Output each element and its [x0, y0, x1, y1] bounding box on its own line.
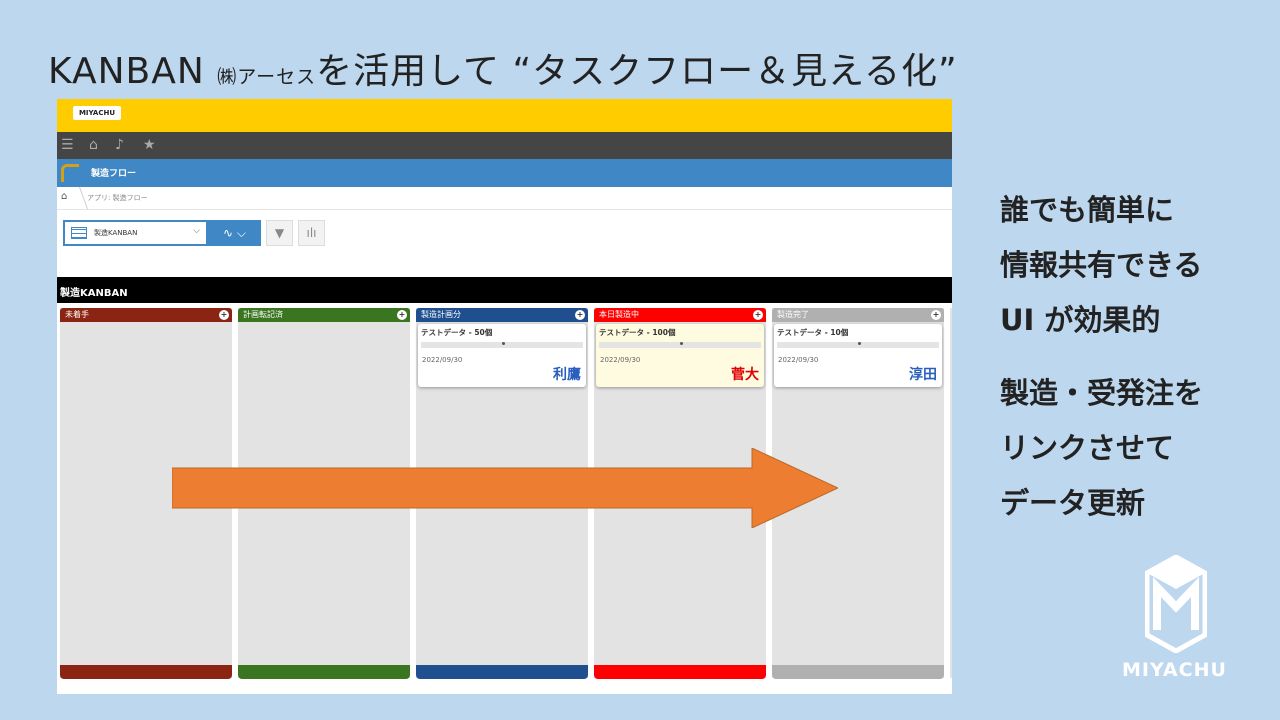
card-date: 2022/09/30	[600, 356, 641, 364]
card-expand-strip[interactable]	[421, 342, 583, 348]
side-point-2: 情報共有できる	[1000, 248, 1203, 282]
app-header: 製造フロー	[57, 159, 952, 187]
next-lane-edge	[950, 308, 952, 678]
side-point-4: 製造・受発注を	[1000, 376, 1204, 410]
lane-header: 製造計画分 +	[416, 308, 588, 322]
company-name: ㈱アーセス	[217, 66, 317, 88]
breadcrumb-app-link[interactable]: アプリ: 製造フロー	[87, 193, 148, 203]
side-point-1: 誰でも簡単に	[1000, 193, 1175, 227]
lane-footer	[416, 665, 588, 679]
miyachu-brand-logo	[1145, 555, 1207, 653]
lane-title: 本日製造中	[599, 310, 639, 319]
card-expand-strip[interactable]	[599, 342, 761, 348]
side-point-6: データ更新	[1000, 486, 1146, 520]
filter-button[interactable]: ▼	[266, 220, 293, 246]
card-assignee: 利鷹	[553, 367, 581, 383]
lane-footer	[594, 665, 766, 679]
kanban-card[interactable]: テストデータ - 100個 2022/09/30 菅大	[596, 324, 764, 387]
filter-icon: ▼	[274, 226, 285, 240]
chart-button[interactable]: ılı	[298, 220, 325, 246]
kanban-screenshot: MIYACHU ☰ ⌂ ♪ ★ 製造フロー ⌂ アプリ: 製造フロー 製造KAN…	[57, 99, 952, 694]
card-assignee: 菅大	[731, 367, 759, 383]
lane-title: 計画転記済	[243, 310, 283, 319]
app-icon	[61, 164, 79, 182]
add-card-icon[interactable]: +	[575, 310, 585, 320]
kanban-card[interactable]: テストデータ - 50個 2022/09/30 利鷹	[418, 324, 586, 387]
card-date: 2022/09/30	[422, 356, 463, 364]
card-title: テストデータ - 100個	[599, 328, 676, 337]
board-title-bar: 製造KANBAN	[57, 277, 952, 303]
card-assignee: 淳田	[909, 367, 937, 383]
side-point-5: リンクさせて	[1000, 431, 1175, 465]
expand-icon	[680, 342, 683, 345]
lane-title: 未着手	[65, 310, 89, 319]
graph-icon: ∿ ⌵	[223, 226, 246, 240]
card-title: テストデータ - 50個	[421, 328, 493, 337]
add-card-icon[interactable]: +	[931, 310, 941, 320]
top-header: MIYACHU	[57, 99, 952, 132]
app-title: 製造フロー	[91, 169, 137, 179]
nav-bar: ☰ ⌂ ♪ ★	[57, 132, 952, 159]
card-date: 2022/09/30	[778, 356, 819, 364]
lane-title: 製造完了	[777, 310, 809, 319]
lane-footer	[238, 665, 410, 679]
star-icon[interactable]: ★	[143, 136, 156, 154]
menu-icon[interactable]: ☰	[61, 136, 74, 154]
breadcrumb: ⌂ アプリ: 製造フロー	[57, 187, 952, 210]
card-expand-strip[interactable]	[777, 342, 939, 348]
view-select[interactable]: 製造KANBAN ⌵	[63, 220, 208, 246]
side-point-3: UI が効果的	[1000, 303, 1161, 337]
chevron-down-icon: ⌵	[193, 226, 200, 236]
board-title: 製造KANBAN	[60, 288, 128, 299]
lane-header: 未着手 +	[60, 308, 232, 322]
add-card-icon[interactable]: +	[753, 310, 763, 320]
lane-footer	[772, 665, 944, 679]
lane-header: 計画転記済 +	[238, 308, 410, 322]
lane-header: 製造完了 +	[772, 308, 944, 322]
kanban-card[interactable]: テストデータ - 10個 2022/09/30 淳田	[774, 324, 942, 387]
bar-chart-icon: ılı	[306, 226, 317, 240]
brand-name: MIYACHU	[1122, 659, 1227, 681]
expand-icon	[502, 342, 505, 345]
table-icon	[71, 227, 87, 239]
breadcrumb-separator	[69, 187, 89, 209]
title-suffix: を活用して “タスクフロー＆見える化”	[316, 51, 958, 92]
graph-button[interactable]: ∿ ⌵	[208, 220, 261, 246]
home-icon[interactable]: ⌂	[89, 136, 98, 154]
title-prefix: KANBAN	[48, 51, 218, 92]
slide-title: KANBAN ㈱アーセスを活用して “タスクフロー＆見える化”	[48, 42, 958, 94]
view-select-label: 製造KANBAN	[94, 229, 138, 237]
add-card-icon[interactable]: +	[219, 310, 229, 320]
lane-footer	[60, 665, 232, 679]
progress-arrow	[172, 448, 838, 528]
card-title: テストデータ - 10個	[777, 328, 849, 337]
bell-icon[interactable]: ♪	[115, 136, 124, 154]
add-card-icon[interactable]: +	[397, 310, 407, 320]
lane-title: 製造計画分	[421, 310, 461, 319]
expand-icon	[858, 342, 861, 345]
miyachu-logo[interactable]: MIYACHU	[73, 106, 121, 120]
lane-header: 本日製造中 +	[594, 308, 766, 322]
breadcrumb-home-icon[interactable]: ⌂	[61, 191, 67, 202]
